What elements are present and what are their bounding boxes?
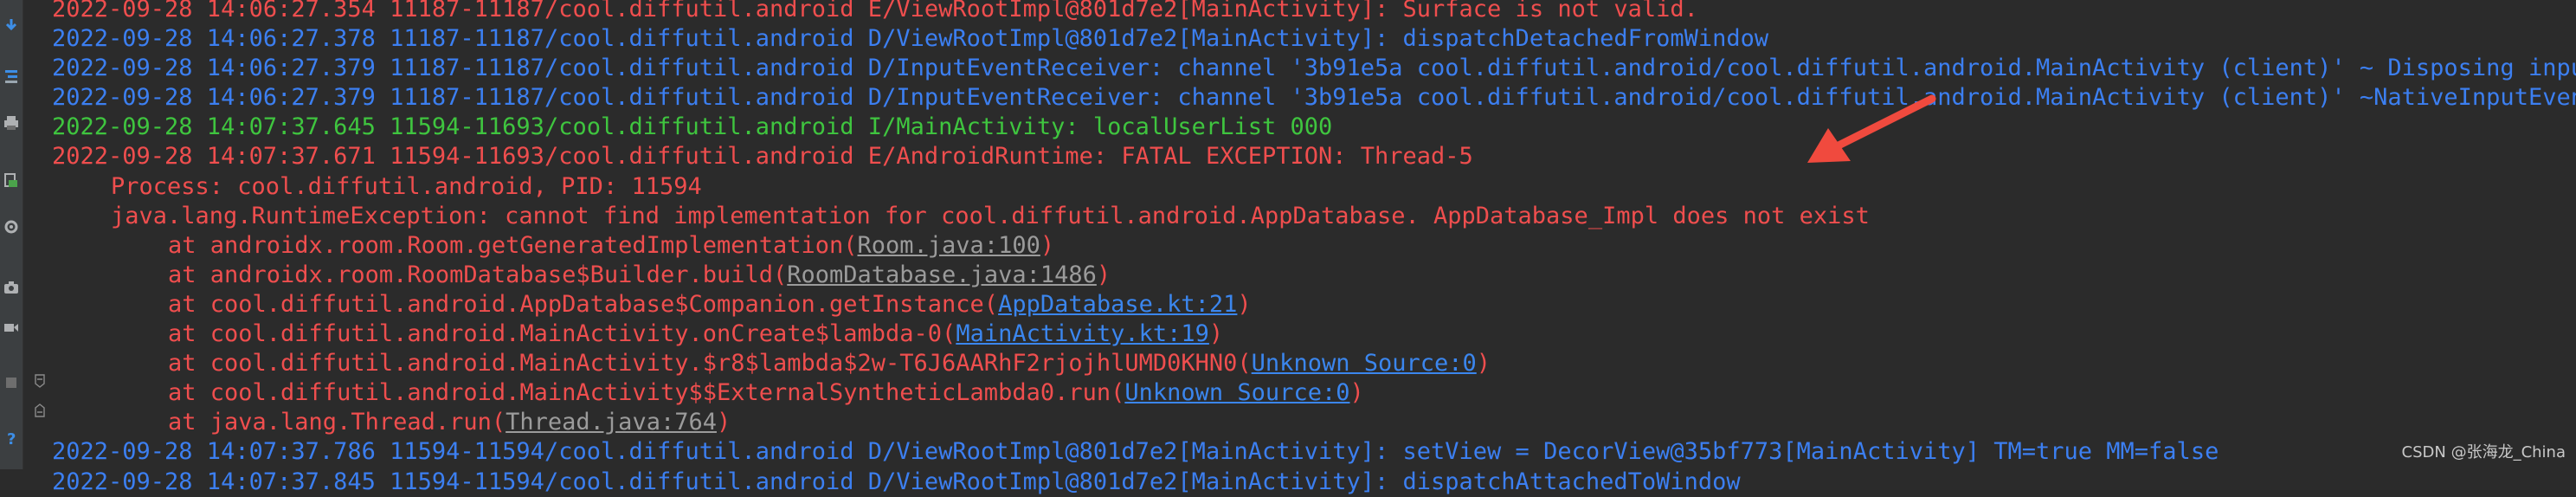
stack-frame-method: at cool.diffutil.android.MainActivity.$r… (168, 350, 1252, 378)
log-line: 2022-09-28 14:06:27.378 11187-11187/cool… (52, 25, 1769, 53)
source-link[interactable]: Unknown Source:0 (1124, 379, 1349, 406)
log-line: 2022-09-28 14:07:37.845 11594-11594/cool… (52, 468, 1741, 495)
layout-icon[interactable] (3, 374, 20, 391)
source-link[interactable]: Thread.java:764 (506, 409, 717, 436)
stack-frame-method: at cool.diffutil.android.MainActivity$$E… (168, 379, 1125, 407)
camera-icon[interactable] (3, 279, 20, 296)
log-line: 2022-09-28 14:07:37.645 11594-11693/cool… (52, 113, 1333, 141)
annotation-arrow-icon (1807, 94, 1936, 163)
stack-frame: at androidx.room.Room.getGeneratedImplem… (52, 231, 2576, 261)
source-link[interactable]: MainActivity.kt:19 (956, 320, 1209, 347)
restart-icon[interactable] (3, 171, 20, 189)
exception-message-line: java.lang.RuntimeException: cannot find … (111, 202, 1870, 229)
stack-frame: at cool.diffutil.android.MainActivity.$r… (52, 349, 2576, 378)
svg-text:?: ? (7, 430, 16, 447)
stack-frame: at cool.diffutil.android.AppDatabase$Com… (52, 290, 2576, 320)
log-line: 2022-09-28 14:06:27.379 11187-11187/cool… (52, 84, 2576, 112)
fold-start-icon[interactable] (35, 374, 45, 388)
fold-gutter (31, 0, 48, 469)
stack-frame-suffix: ) (1040, 231, 1055, 259)
stack-frame: at java.lang.Thread.run(Thread.java:764) (52, 408, 2576, 437)
stack-frame: at cool.diffutil.android.MainActivity.on… (52, 320, 2576, 349)
log-line: 2022-09-28 14:06:27.354 11187-11187/cool… (52, 0, 1698, 23)
stack-frame-suffix: ) (1208, 320, 1224, 348)
source-link[interactable]: RoomDatabase.java:1486 (787, 261, 1097, 288)
help-icon[interactable]: ? (3, 429, 20, 447)
stack-frame: at cool.diffutil.android.MainActivity$$E… (52, 378, 2576, 408)
download-icon[interactable] (3, 17, 20, 35)
watermark: CSDN @张海龙_China (2401, 443, 2566, 462)
stack-frame: at androidx.room.RoomDatabase$Builder.bu… (52, 261, 2576, 290)
stack-frame-suffix: ) (1349, 379, 1364, 407)
stack-frame-method: at cool.diffutil.android.AppDatabase$Com… (168, 290, 999, 318)
source-link[interactable]: AppDatabase.kt:21 (998, 291, 1237, 318)
source-link[interactable]: Room.java:100 (858, 232, 1040, 259)
logcat-toolbar: ? (0, 0, 23, 469)
settings-icon[interactable] (3, 218, 20, 236)
source-link[interactable]: Unknown Source:0 (1252, 350, 1477, 377)
stack-frame-suffix: ) (1476, 350, 1491, 378)
stack-frame-method: at androidx.room.RoomDatabase$Builder.bu… (168, 261, 788, 288)
fatal-exception-line: 2022-09-28 14:07:37.671 11594-11693/cool… (52, 143, 1473, 171)
process-line: Process: cool.diffutil.android, PID: 115… (111, 172, 702, 200)
filter-icon[interactable] (3, 68, 20, 85)
stack-frame-suffix: ) (716, 409, 731, 436)
stack-frame-suffix: ) (1237, 290, 1252, 318)
stack-frame-method: at androidx.room.Room.getGeneratedImplem… (168, 231, 858, 259)
stack-frame-suffix: ) (1096, 261, 1111, 288)
video-icon[interactable] (3, 319, 20, 336)
stack-frame-method: at cool.diffutil.android.MainActivity.on… (168, 320, 956, 348)
log-line: 2022-09-28 14:06:27.379 11187-11187/cool… (52, 55, 2576, 82)
log-line: 2022-09-28 14:07:37.786 11594-11594/cool… (52, 438, 2219, 466)
stack-frame-method: at java.lang.Thread.run( (168, 409, 506, 436)
print-icon[interactable] (3, 114, 20, 132)
fold-end-icon[interactable] (35, 403, 45, 417)
logcat-output[interactable]: 2022-09-28 14:06:27.354 11187-11187/cool… (52, 0, 2576, 497)
